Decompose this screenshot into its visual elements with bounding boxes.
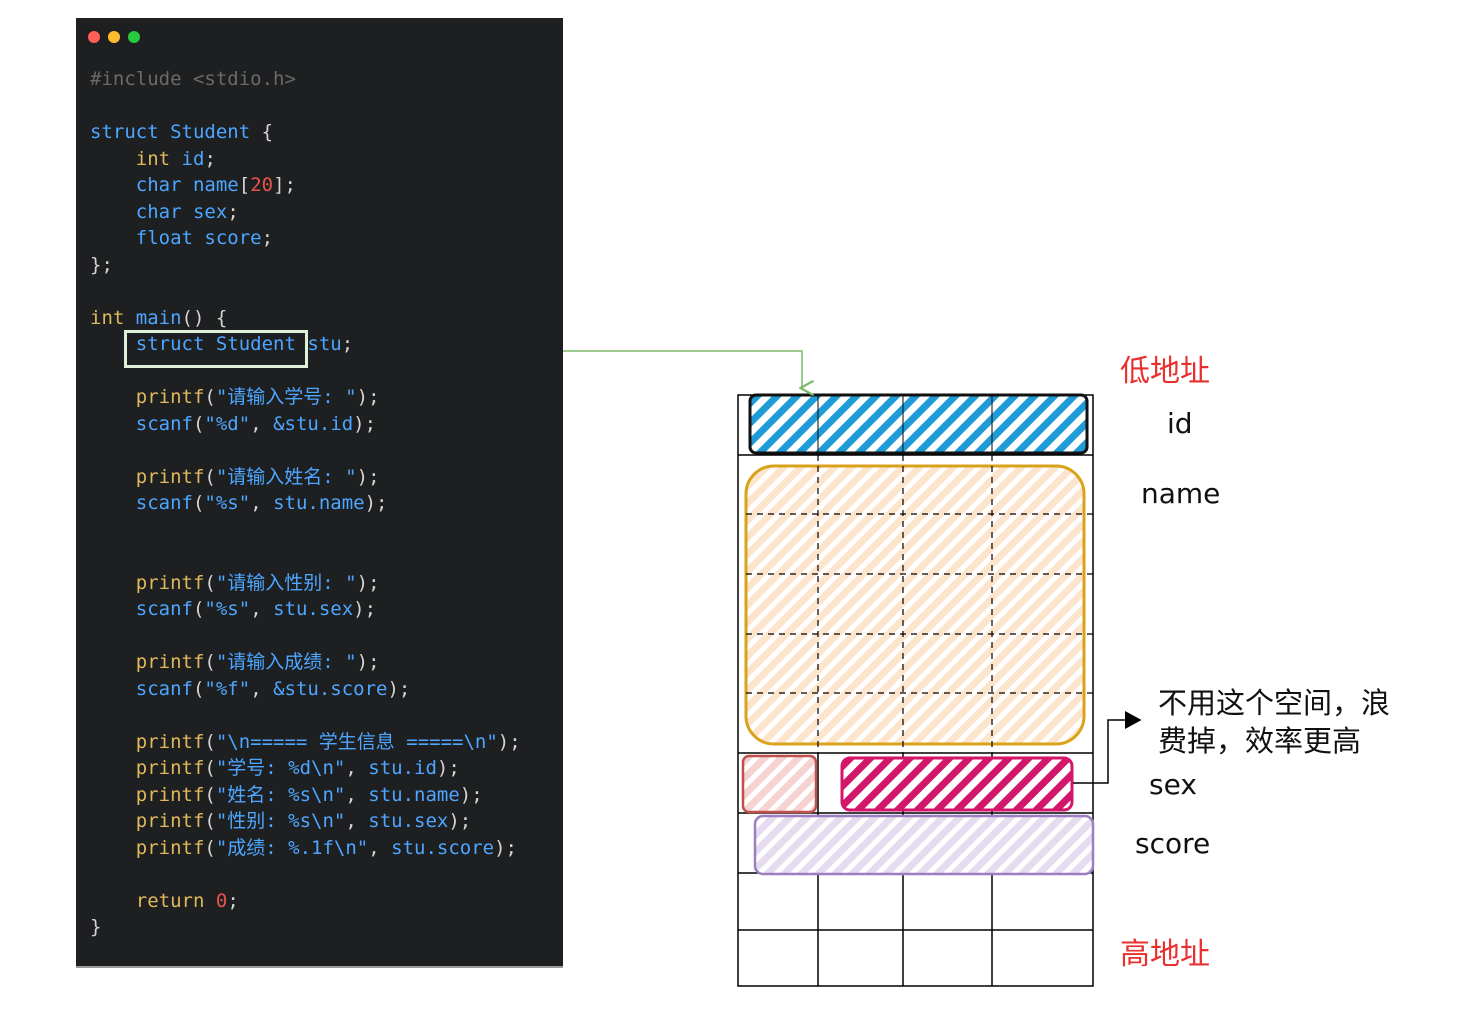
memory-layout-diagram bbox=[563, 350, 1142, 987]
id-field-block bbox=[748, 393, 1089, 455]
id-field-label: id bbox=[1167, 407, 1193, 440]
high-address-label: 高地址 bbox=[1120, 937, 1210, 972]
padding-note: 不用这个空间，浪费掉，效率更高 bbox=[1158, 686, 1391, 758]
name-field-block bbox=[744, 464, 1086, 746]
padding-note-arrow bbox=[1073, 711, 1142, 784]
struct-connector-arrow bbox=[563, 350, 802, 388]
sex-field-block bbox=[840, 756, 1074, 812]
padding-block bbox=[741, 754, 818, 814]
sex-field-label: sex bbox=[1149, 768, 1197, 801]
score-field-block bbox=[753, 814, 1095, 876]
score-field-label: score bbox=[1135, 827, 1211, 860]
low-address-label: 低地址 bbox=[1120, 354, 1210, 389]
name-field-label: name bbox=[1141, 477, 1221, 510]
